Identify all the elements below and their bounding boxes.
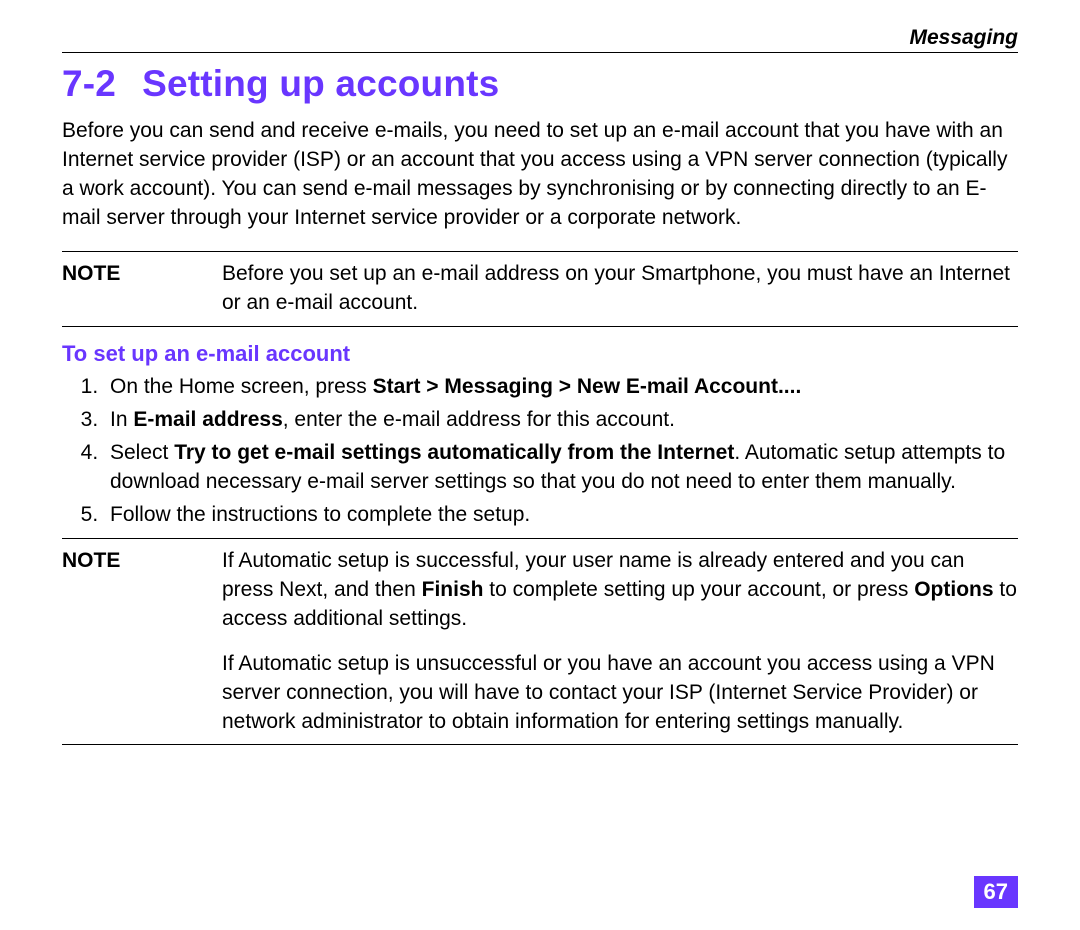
step-text: Follow the instructions to complete the … bbox=[110, 503, 530, 526]
intro-paragraph: Before you can send and receive e-mails,… bbox=[62, 117, 1018, 233]
step-text: In bbox=[110, 408, 133, 431]
document-page: Messaging 7-2 Setting up accounts Before … bbox=[0, 0, 1080, 930]
header-rule: Messaging bbox=[62, 28, 1018, 53]
step-text: On the Home screen, press bbox=[110, 375, 373, 398]
section-number: 7-2 bbox=[62, 63, 116, 105]
note-block-1: NOTE Before you set up an e-mail address… bbox=[62, 251, 1018, 327]
note-block-2: NOTE If Automatic setup is successful, y… bbox=[62, 538, 1018, 746]
step-text: Select bbox=[110, 441, 174, 464]
note-text: Before you set up an e-mail address on y… bbox=[222, 251, 1018, 326]
step-bold: Start > Messaging > New E-mail Account..… bbox=[373, 375, 802, 398]
procedure-heading: To set up an e-mail account bbox=[62, 341, 1018, 367]
note-label: NOTE bbox=[62, 251, 222, 326]
note-text: If Automatic setup is unsuccessful or yo… bbox=[222, 642, 1018, 745]
section-heading: 7-2 Setting up accounts bbox=[62, 63, 1018, 105]
step-bold: E-mail address bbox=[133, 408, 282, 431]
step-3: In E-mail address, enter the e-mail addr… bbox=[104, 406, 1018, 435]
step-1: On the Home screen, press Start > Messag… bbox=[104, 373, 1018, 402]
step-4: Select Try to get e-mail settings automa… bbox=[104, 439, 1018, 497]
section-title-text: Setting up accounts bbox=[142, 63, 499, 104]
step-bold: Try to get e-mail settings automatically… bbox=[174, 441, 734, 464]
step-text: , enter the e-mail address for this acco… bbox=[283, 408, 675, 431]
chapter-label: Messaging bbox=[909, 26, 1018, 50]
step-5: Follow the instructions to complete the … bbox=[104, 501, 1018, 530]
procedure-steps: On the Home screen, press Start > Messag… bbox=[62, 373, 1018, 530]
note-label: NOTE bbox=[62, 538, 222, 641]
page-number: 67 bbox=[974, 876, 1018, 908]
note-text: If Automatic setup is successful, your u… bbox=[222, 538, 1018, 641]
